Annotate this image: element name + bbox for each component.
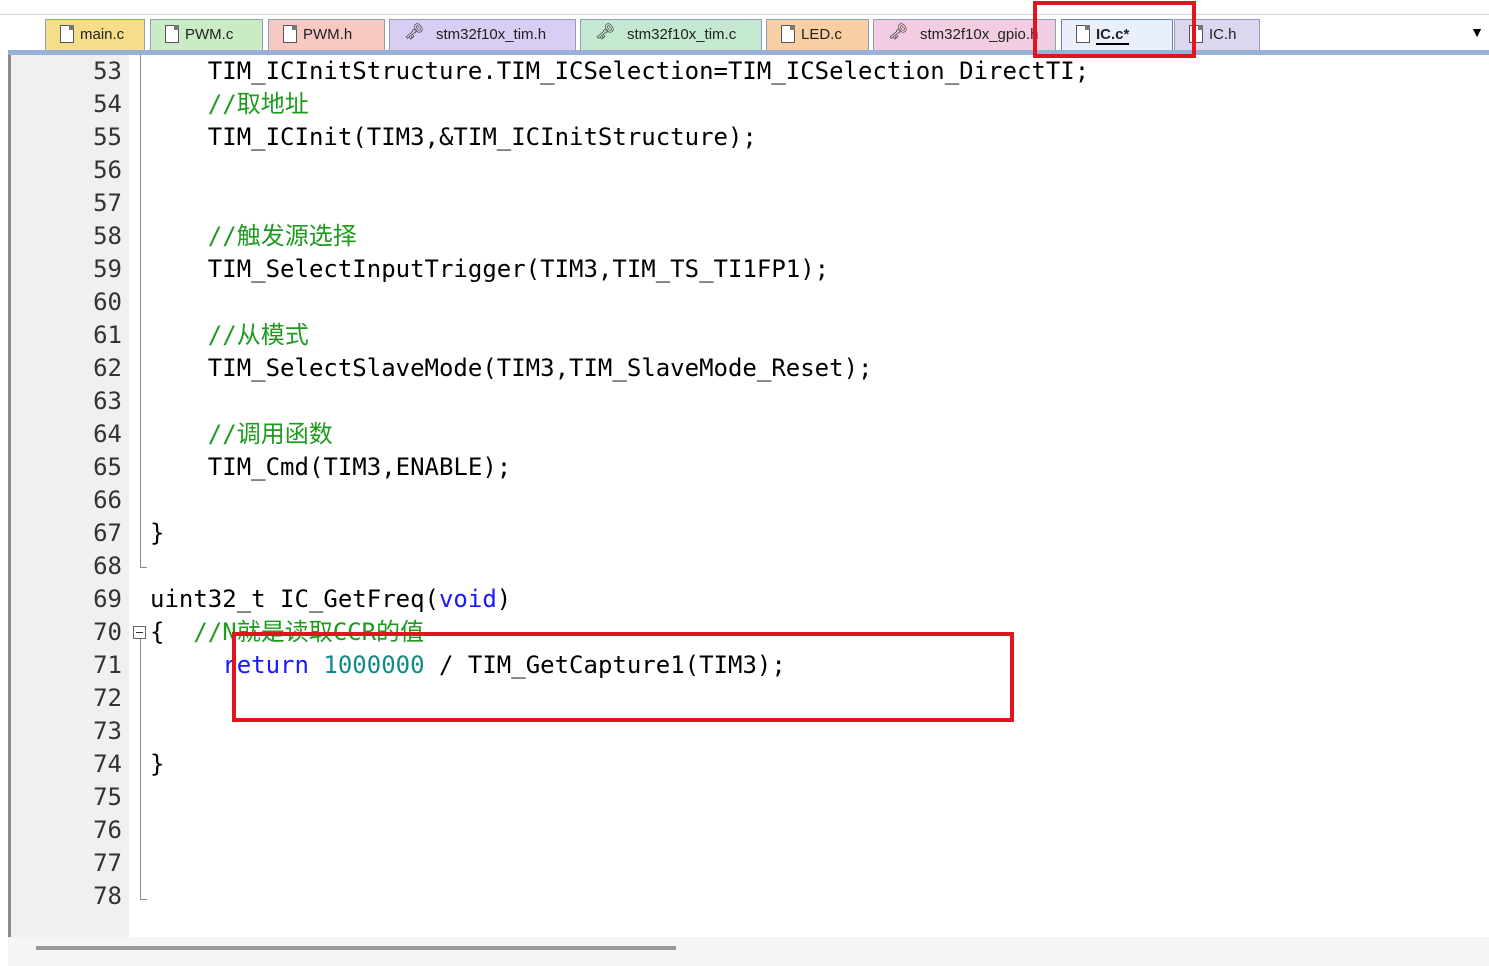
tab-label: stm32f10x_tim.h	[436, 26, 547, 43]
line-number: 75	[93, 783, 122, 811]
document-icon	[283, 25, 297, 43]
line-number: 74	[93, 750, 122, 778]
code-line[interactable]: //调用函数	[150, 418, 333, 451]
line-number: 77	[93, 849, 122, 877]
code-line[interactable]: //从模式	[150, 319, 309, 352]
return-statement-highlight-box	[232, 632, 1014, 722]
line-number: 53	[93, 57, 122, 85]
code-text: )	[496, 585, 512, 613]
tab-stm32f10x-tim-c[interactable]: 🗝 stm32f10x_tim.c	[580, 19, 762, 50]
line-number: 61	[93, 321, 122, 349]
line-number: 60	[93, 288, 122, 316]
horizontal-scrollbar[interactable]	[8, 937, 1489, 966]
line-number: 64	[93, 420, 122, 448]
tab-stm32f10x-gpio-h[interactable]: 🗝 stm32f10x_gpio.h	[873, 19, 1056, 50]
code-line[interactable]: TIM_ICInitStructure.TIM_ICSelection=TIM_…	[150, 55, 1089, 88]
tab-pwm-c[interactable]: PWM.c	[150, 19, 263, 50]
code-text: TIM_Cmd(TIM3,ENABLE);	[150, 453, 512, 481]
code-text: {	[150, 618, 194, 646]
key-document-icon: 🗝	[888, 24, 909, 41]
line-number: 65	[93, 453, 122, 481]
key-document-icon: 🗝	[404, 24, 425, 41]
tab-main-c[interactable]: main.c	[45, 19, 145, 50]
code-line[interactable]: TIM_SelectSlaveMode(TIM3,TIM_SlaveMode_R…	[150, 352, 873, 385]
code-text: TIM_SelectInputTrigger(TIM3,TIM_TS_TI1FP…	[150, 255, 830, 283]
line-number: 76	[93, 816, 122, 844]
fold-guide-2	[140, 639, 141, 899]
document-icon	[60, 25, 74, 43]
line-number: 72	[93, 684, 122, 712]
editor-left-border	[8, 55, 11, 966]
code-text: }	[150, 519, 165, 547]
line-number: 70	[93, 618, 122, 646]
key-document-icon: 🗝	[595, 24, 616, 41]
code-keyword: void	[438, 585, 497, 613]
document-icon	[165, 25, 179, 43]
tab-label: PWM.c	[185, 26, 234, 43]
code-text: uint32_t IC_GetFreq(	[150, 585, 439, 613]
horizontal-scrollbar-thumb[interactable]	[36, 946, 676, 950]
code-line[interactable]: TIM_ICInit(TIM3,&TIM_ICInitStructure);	[150, 121, 757, 154]
fold-guide-1-end	[140, 567, 147, 568]
tab-stm32f10x-tim-h[interactable]: 🗝 stm32f10x_tim.h	[389, 19, 576, 50]
code-comment: //调用函数	[150, 420, 333, 448]
tab-label: main.c	[80, 26, 125, 43]
code-line[interactable]: TIM_Cmd(TIM3,ENABLE);	[150, 451, 511, 484]
code-text: }	[150, 750, 165, 778]
fold-guide-1	[140, 55, 141, 567]
line-number: 57	[93, 189, 122, 217]
line-number: 56	[93, 156, 122, 184]
tab-label: PWM.h	[303, 26, 353, 43]
line-number: 63	[93, 387, 122, 415]
line-number: 58	[93, 222, 122, 250]
code-line[interactable]: //触发源选择	[150, 220, 357, 253]
code-line[interactable]: //取地址	[150, 88, 309, 121]
code-line[interactable]: uint32_t IC_GetFreq(void)	[150, 583, 511, 616]
tab-label: stm32f10x_tim.c	[627, 26, 737, 43]
document-icon	[781, 25, 795, 43]
code-text: TIM_SelectSlaveMode(TIM3,TIM_SlaveMode_R…	[150, 354, 873, 382]
line-number: 73	[93, 717, 122, 745]
fold-guide-2-end	[140, 899, 147, 900]
fold-collapse-icon[interactable]	[133, 626, 146, 639]
editor-tab-bar: main.c PWM.c PWM.h 🗝 stm32f10x_tim.h 🗝 stm32f1…	[0, 0, 1489, 55]
line-number: 69	[93, 585, 122, 613]
code-line[interactable]: }	[150, 517, 164, 550]
code-comment: //触发源选择	[150, 222, 357, 250]
line-number: 55	[93, 123, 122, 151]
tab-label: stm32f10x_gpio.h	[920, 26, 1039, 43]
code-text: TIM_ICInitStructure.TIM_ICSelection=TIM_…	[150, 57, 1090, 85]
tab-led-c[interactable]: LED.c	[766, 19, 869, 50]
code-line[interactable]: }	[150, 748, 164, 781]
tab-label: IC.h	[1209, 26, 1237, 43]
line-number: 67	[93, 519, 122, 547]
code-text: TIM_ICInit(TIM3,&TIM_ICInitStructure);	[150, 123, 757, 151]
line-number: 59	[93, 255, 122, 283]
code-comment: //取地址	[150, 90, 309, 118]
active-tab-highlight-box	[1033, 1, 1196, 58]
tabs-dropdown-icon[interactable]: ▼	[1468, 24, 1486, 40]
line-number: 78	[93, 882, 122, 910]
line-number: 68	[93, 552, 122, 580]
tab-pwm-h[interactable]: PWM.h	[268, 19, 385, 50]
line-number: 62	[93, 354, 122, 382]
tab-bar-top-border	[0, 14, 1489, 15]
code-comment: //从模式	[150, 321, 309, 349]
code-line[interactable]: TIM_SelectInputTrigger(TIM3,TIM_TS_TI1FP…	[150, 253, 829, 286]
fold-margin	[129, 55, 149, 937]
tab-label: LED.c	[801, 26, 842, 43]
line-number: 66	[93, 486, 122, 514]
line-number: 54	[93, 90, 122, 118]
line-number: 71	[93, 651, 122, 679]
